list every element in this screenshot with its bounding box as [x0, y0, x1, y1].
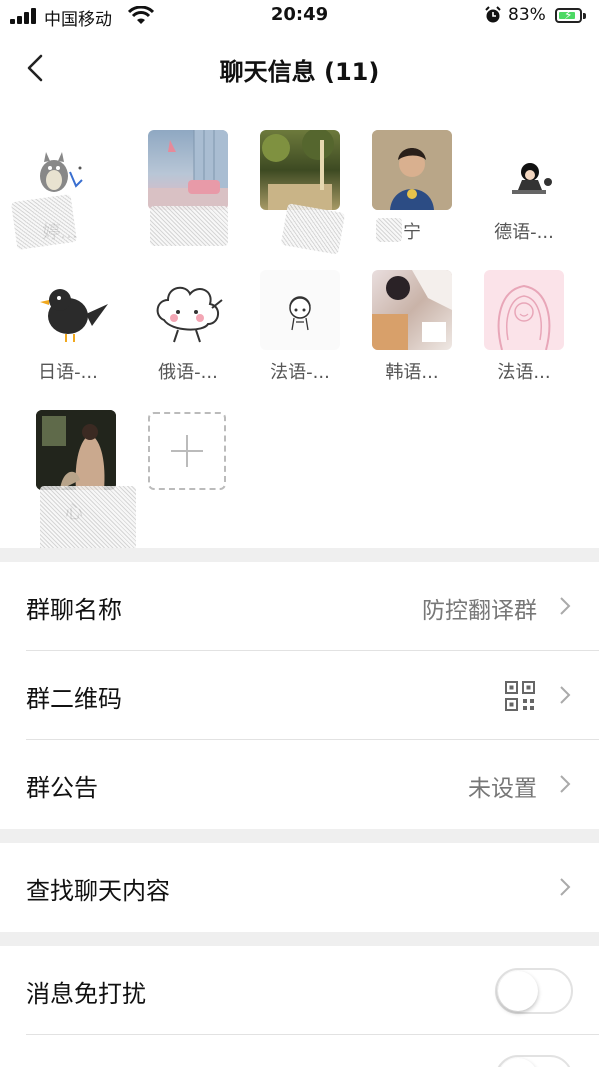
chevron-right-icon — [560, 686, 571, 704]
member-name: 宁 — [403, 222, 421, 243]
member-avatar — [260, 130, 340, 210]
member-avatar — [148, 130, 228, 210]
setting-toggle[interactable] — [495, 1055, 573, 1067]
battery-percent: 83% — [508, 5, 546, 25]
search-chat-label: 查找聊天内容 — [26, 877, 170, 905]
section-gap — [0, 932, 599, 946]
member-item[interactable]: 日语-... — [18, 250, 128, 383]
member-grid: 婷... — [0, 110, 599, 552]
group-name-label: 群聊名称 — [26, 596, 122, 624]
group-name-value: 防控翻译群 — [422, 598, 537, 624]
member-avatar — [36, 410, 116, 490]
battery-icon: ⚡ — [555, 8, 582, 23]
mute-row: 消息免打扰 — [0, 946, 599, 1035]
member-avatar — [484, 130, 564, 210]
member-item[interactable]: 法语-... — [242, 250, 352, 383]
section-gap — [0, 829, 599, 843]
privacy-scribble — [376, 218, 402, 242]
group-qr-label: 群二维码 — [26, 685, 122, 713]
section-gap — [0, 548, 599, 562]
member-avatar — [260, 270, 340, 350]
group-qr-row[interactable]: 群二维码 — [0, 651, 599, 740]
member-avatar — [484, 270, 564, 350]
member-name: 法语-... — [270, 362, 330, 383]
member-name: 德语-... — [494, 222, 554, 243]
toggle-knob — [498, 1058, 538, 1067]
next-setting-row — [0, 1035, 599, 1067]
member-item[interactable]: 宁 — [354, 110, 464, 243]
member-avatar — [372, 270, 452, 350]
member-name: 俄语-... — [158, 362, 218, 383]
member-item[interactable]: 俄语-... — [130, 250, 240, 383]
privacy-scribble — [40, 486, 136, 552]
member-avatar — [148, 270, 228, 350]
mute-toggle[interactable] — [495, 968, 573, 1014]
qr-code-icon — [505, 681, 535, 711]
member-item[interactable]: 法语... — [466, 250, 576, 383]
member-name: 法语... — [497, 362, 551, 383]
announcement-label: 群公告 — [26, 774, 98, 802]
announcement-value: 未设置 — [468, 776, 537, 802]
mute-label: 消息免打扰 — [26, 980, 146, 1008]
chevron-right-icon — [560, 878, 571, 896]
member-item[interactable]: 韩语... — [354, 250, 464, 383]
toggle-knob — [498, 971, 538, 1011]
chevron-right-icon — [560, 597, 571, 615]
privacy-scribble — [150, 206, 228, 246]
nav-bar: 聊天信息 (11) — [0, 36, 599, 100]
member-name: 韩语... — [385, 362, 439, 383]
page-title: 聊天信息 (11) — [219, 58, 380, 86]
group-name-row[interactable]: 群聊名称 防控翻译群 — [0, 562, 599, 651]
member-avatar — [32, 270, 112, 350]
privacy-scribble — [10, 194, 78, 250]
privacy-scribble — [280, 203, 346, 255]
chevron-right-icon — [560, 775, 571, 793]
member-item[interactable]: 德语-... — [466, 110, 576, 243]
member-name: 日语-... — [38, 362, 98, 383]
add-member-button[interactable] — [148, 412, 226, 490]
status-bar: 中国移动 20:49 83% ⚡ — [0, 0, 599, 34]
battery-cap — [583, 13, 586, 19]
member-avatar — [372, 130, 452, 210]
search-chat-row[interactable]: 查找聊天内容 — [0, 843, 599, 932]
alarm-icon — [485, 6, 501, 23]
announcement-row[interactable]: 群公告 未设置 — [0, 740, 599, 829]
